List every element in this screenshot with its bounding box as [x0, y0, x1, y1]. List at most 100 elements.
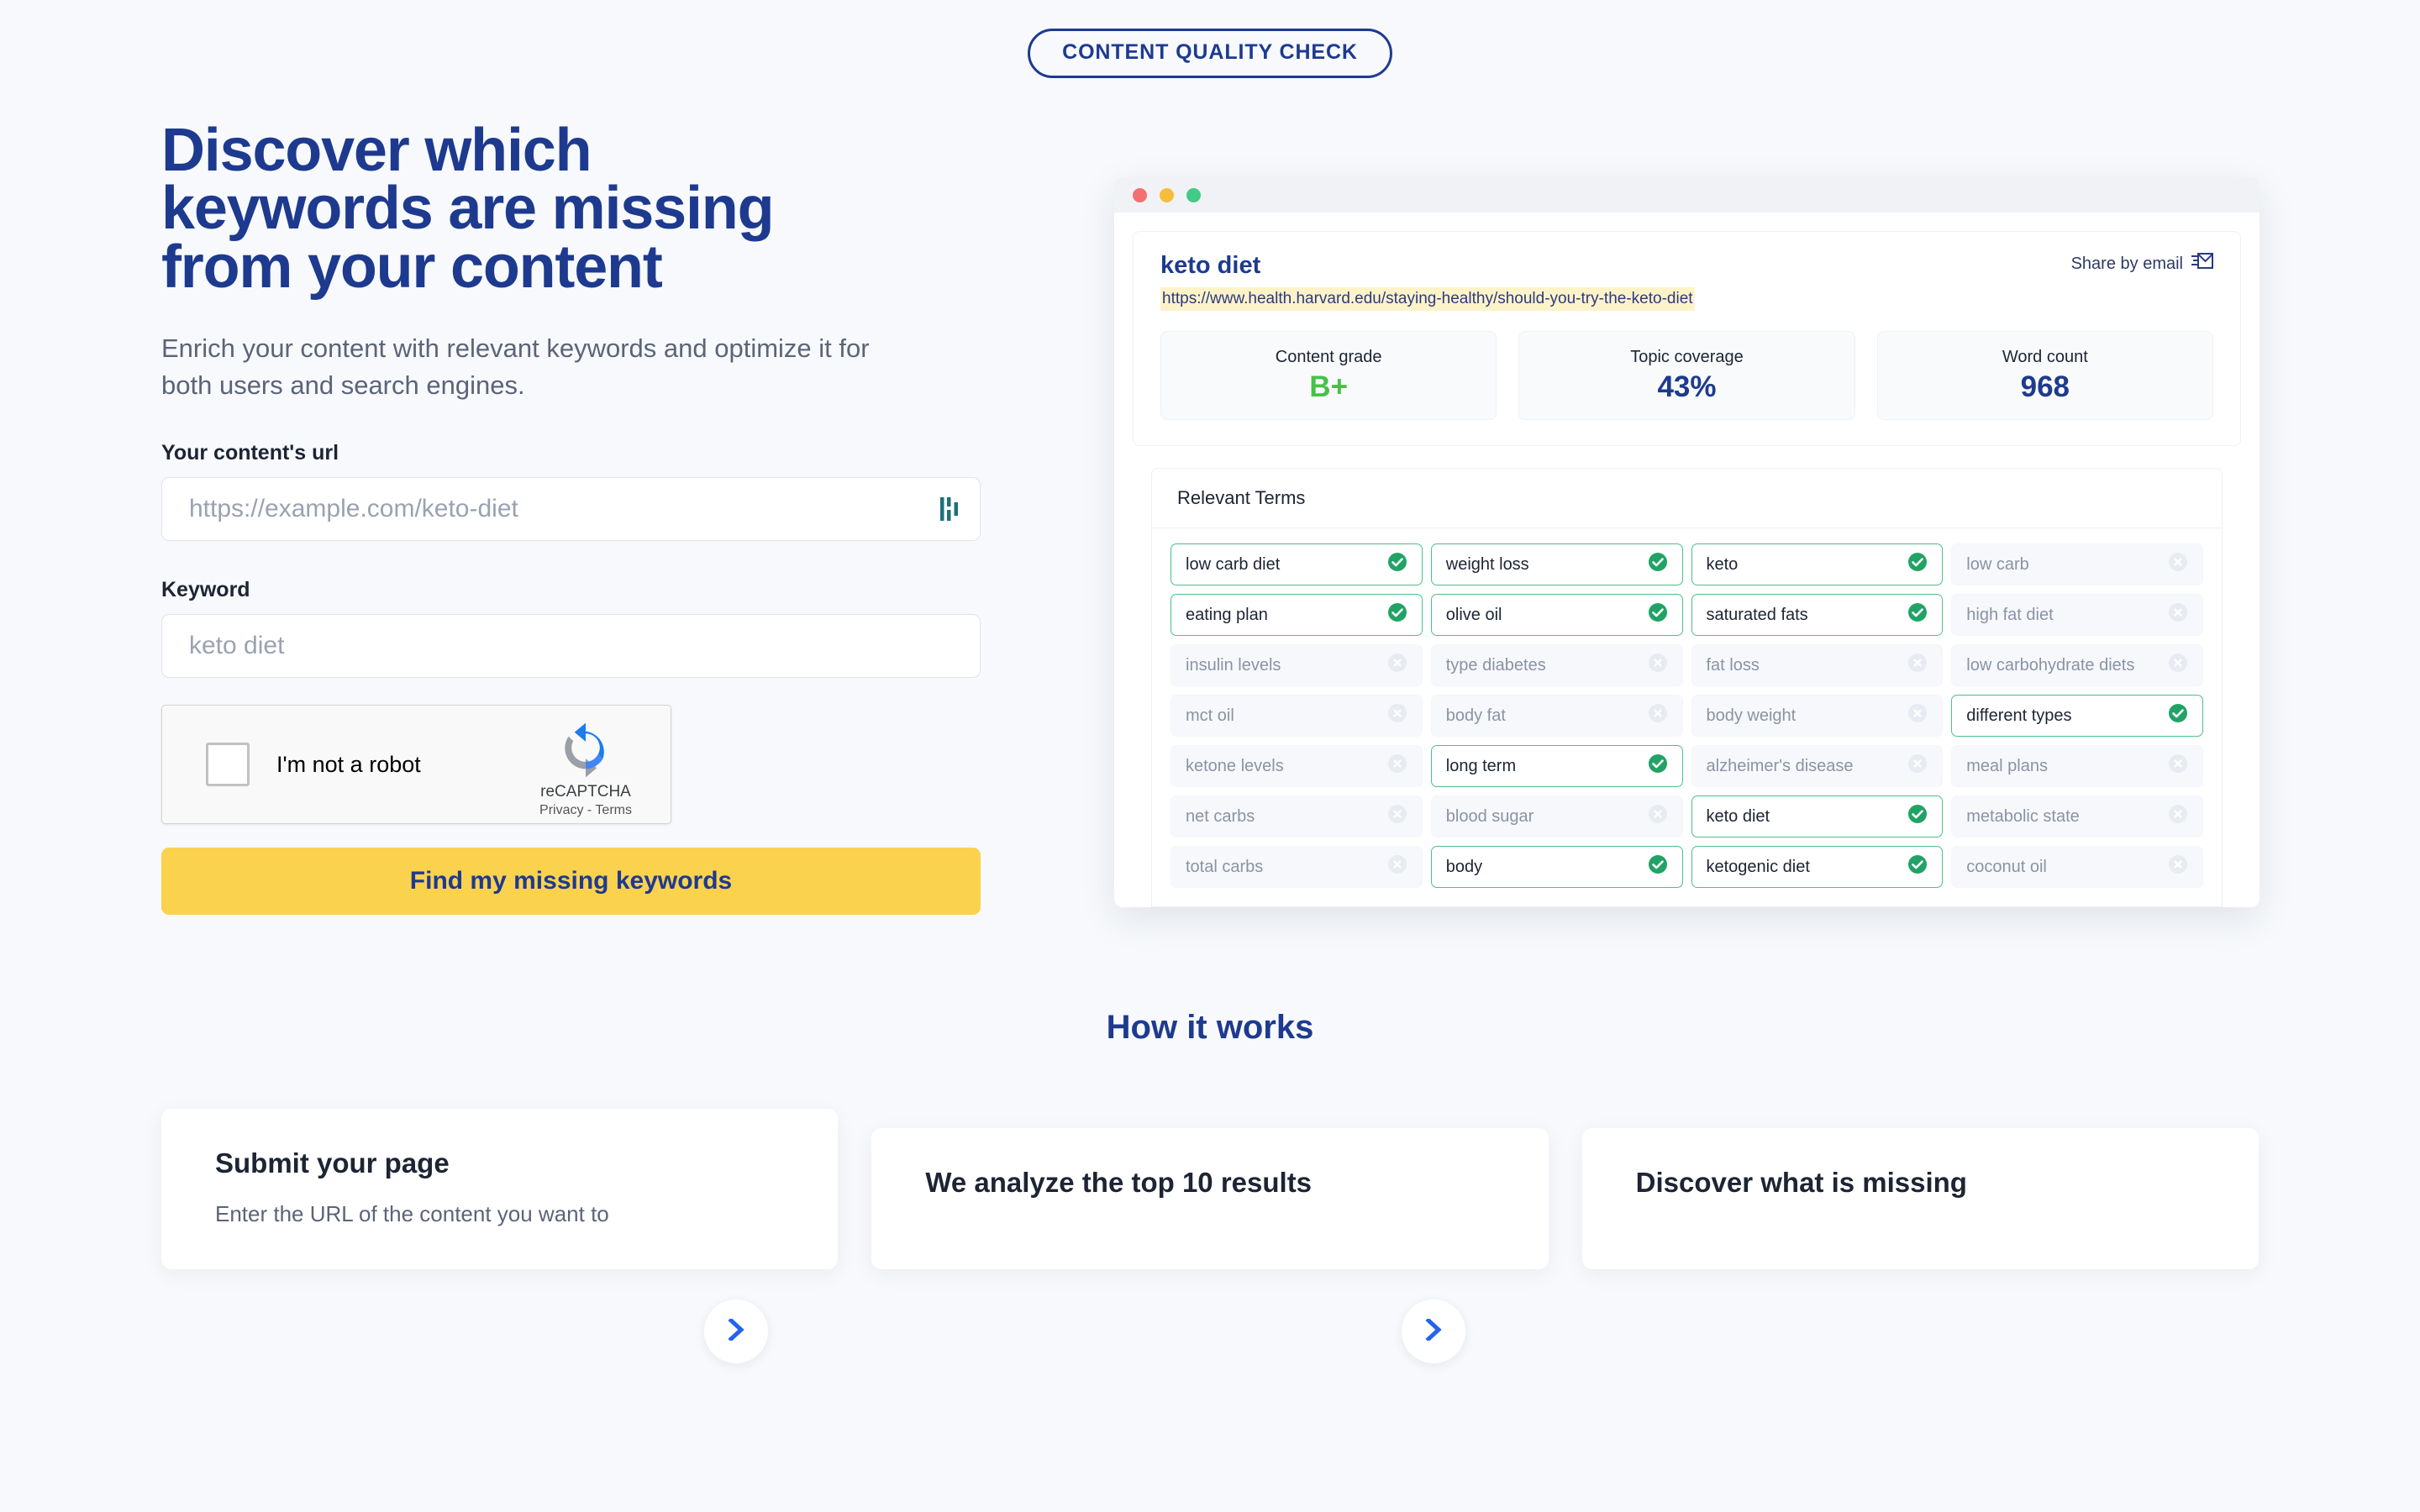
relevant-term-label: saturated fats	[1706, 605, 1808, 624]
relevant-term-chip[interactable]: body	[1430, 846, 1683, 888]
how-card-we-analyze-top-10: We analyze the top 10 results	[871, 1128, 1549, 1270]
relevant-term-label: keto	[1706, 554, 1739, 574]
relevant-term-chip[interactable]: mct oil	[1171, 695, 1423, 737]
relevant-term-chip[interactable]: keto diet	[1691, 795, 1944, 837]
keyword-input[interactable]	[161, 614, 981, 679]
hero-subheading: Enrich your content with relevant keywor…	[161, 333, 870, 401]
card-title: Submit your page	[215, 1147, 450, 1179]
relevant-term-chip[interactable]: blood sugar	[1430, 795, 1683, 837]
keyword-field-wrapper	[161, 614, 981, 679]
relevant-term-label: body weight	[1706, 706, 1797, 725]
step-connector-2	[1402, 1299, 1465, 1364]
find-missing-keywords-button[interactable]: Find my missing keywords	[161, 848, 981, 916]
x-circle-icon	[2168, 602, 2188, 627]
x-circle-icon	[1648, 653, 1668, 678]
relevant-term-chip[interactable]: metabolic state	[1951, 795, 2203, 837]
relevant-term-chip[interactable]: body weight	[1691, 695, 1944, 737]
hero-preview-column: keto diet https://www.health.harvard.edu…	[1002, 122, 2420, 915]
check-circle-icon	[1907, 552, 1928, 577]
relevant-term-label: olive oil	[1445, 605, 1502, 624]
hero-section: Discover which keywords are missing from…	[0, 117, 2420, 916]
check-circle-icon	[1907, 804, 1928, 829]
relevant-term-label: coconut oil	[1966, 857, 2047, 876]
relevant-term-label: body	[1445, 857, 1483, 876]
relevant-term-chip[interactable]: alzheimer's disease	[1691, 745, 1944, 787]
metric-content-grade: Content grade B+	[1160, 331, 1497, 420]
relevant-term-chip[interactable]: low carbohydrate diets	[1951, 644, 2203, 686]
relevant-terms-grid: low carb diet weight loss keto low carb eati…	[1152, 528, 2222, 906]
relevant-term-chip[interactable]: different types	[1951, 695, 2203, 737]
relevant-term-chip[interactable]: ketogenic diet	[1691, 846, 1944, 888]
metric-label: Topic coverage	[1630, 347, 1744, 366]
relevant-term-chip[interactable]: total carbs	[1171, 846, 1423, 888]
relevant-term-label: insulin levels	[1186, 655, 1281, 675]
relevant-term-label: long term	[1445, 756, 1517, 775]
relevant-term-label: metabolic state	[1966, 806, 2080, 826]
relevant-term-label: fat loss	[1706, 655, 1760, 675]
metric-value: 43%	[1657, 370, 1717, 403]
metric-word-count: Word count 968	[1876, 331, 2213, 420]
x-circle-icon	[1387, 854, 1407, 879]
relevant-term-chip[interactable]: eating plan	[1171, 594, 1423, 636]
how-it-works-title: How it works	[1106, 1009, 1314, 1047]
url-field-wrapper	[161, 477, 981, 542]
relevant-term-label: high fat diet	[1966, 605, 2054, 624]
hero-copy-column: Discover which keywords are missing from…	[161, 117, 1002, 916]
metric-value: B+	[1309, 370, 1349, 403]
metrics-row: Content grade B+ Topic coverage 43% Word…	[1160, 331, 2213, 420]
check-circle-icon	[1387, 602, 1407, 627]
relevant-term-chip[interactable]: net carbs	[1171, 795, 1423, 837]
page-title: Discover which keywords are missing from…	[161, 117, 775, 301]
relevant-term-chip[interactable]: long term	[1430, 745, 1683, 787]
recaptcha-terms-link[interactable]: Privacy - Terms	[523, 803, 649, 818]
report-summary-panel: keto diet https://www.health.harvard.edu…	[1133, 231, 2241, 446]
relevant-term-chip[interactable]: low carb diet	[1171, 543, 1423, 585]
report-heading-group: keto diet https://www.health.harvard.edu…	[1160, 252, 1695, 311]
x-circle-icon	[1907, 703, 1928, 728]
relevant-term-chip[interactable]: insulin levels	[1171, 644, 1423, 686]
relevant-term-chip[interactable]: ketone levels	[1171, 745, 1423, 787]
share-by-email-button[interactable]: Share by email	[2071, 252, 2213, 276]
x-circle-icon	[1387, 804, 1407, 829]
relevant-term-label: net carbs	[1186, 806, 1255, 826]
relevant-term-chip[interactable]: fat loss	[1691, 644, 1944, 686]
relevant-term-chip[interactable]: body fat	[1430, 695, 1683, 737]
relevant-terms-panel: Relevant Terms low carb diet weight loss k…	[1151, 468, 2223, 907]
relevant-term-chip[interactable]: type diabetes	[1430, 644, 1683, 686]
check-circle-icon	[1648, 854, 1668, 879]
check-circle-icon	[1648, 602, 1668, 627]
relevant-term-chip[interactable]: high fat diet	[1951, 594, 2203, 636]
relevant-term-chip[interactable]: saturated fats	[1691, 594, 1944, 636]
check-circle-icon	[1907, 854, 1928, 879]
x-circle-icon	[2168, 854, 2188, 879]
recaptcha-icon	[565, 723, 604, 778]
relevant-term-chip[interactable]: keto	[1691, 543, 1944, 585]
x-circle-icon	[1387, 653, 1407, 678]
relevant-term-chip[interactable]: meal plans	[1951, 745, 2203, 787]
recaptcha-widget[interactable]: I'm not a robot reCAPTCHA Privacy - Term…	[161, 705, 671, 825]
maximize-dot-icon	[1186, 187, 1201, 202]
relevant-term-label: low carb	[1966, 554, 2029, 574]
card-title: Discover what is missing	[1635, 1167, 1967, 1199]
recaptcha-label: I'm not a robot	[276, 751, 421, 777]
relevant-term-chip[interactable]: low carb	[1951, 543, 2203, 585]
mockup-content: keto diet https://www.health.harvard.edu…	[1114, 213, 2260, 907]
relevant-term-label: blood sugar	[1445, 806, 1534, 826]
browser-mockup: keto diet https://www.health.harvard.edu…	[1114, 177, 2260, 907]
logo-bars-icon	[940, 496, 959, 522]
relevant-terms-title: Relevant Terms	[1152, 469, 2222, 528]
relevant-term-label: low carbohydrate diets	[1966, 655, 2135, 675]
report-keyword: keto diet	[1160, 252, 1261, 279]
relevant-term-label: different types	[1966, 706, 2072, 725]
relevant-term-chip[interactable]: weight loss	[1430, 543, 1683, 585]
relevant-term-chip[interactable]: coconut oil	[1951, 846, 2203, 888]
recaptcha-checkbox[interactable]	[206, 743, 250, 787]
url-input[interactable]	[161, 477, 981, 542]
relevant-term-label: low carb diet	[1186, 554, 1281, 574]
minimize-dot-icon	[1160, 187, 1174, 202]
x-circle-icon	[1648, 703, 1668, 728]
relevant-term-chip[interactable]: olive oil	[1430, 594, 1683, 636]
report-url[interactable]: https://www.health.harvard.edu/staying-h…	[1160, 287, 1695, 311]
relevant-term-label: ketone levels	[1186, 756, 1284, 775]
x-circle-icon	[1387, 703, 1407, 728]
